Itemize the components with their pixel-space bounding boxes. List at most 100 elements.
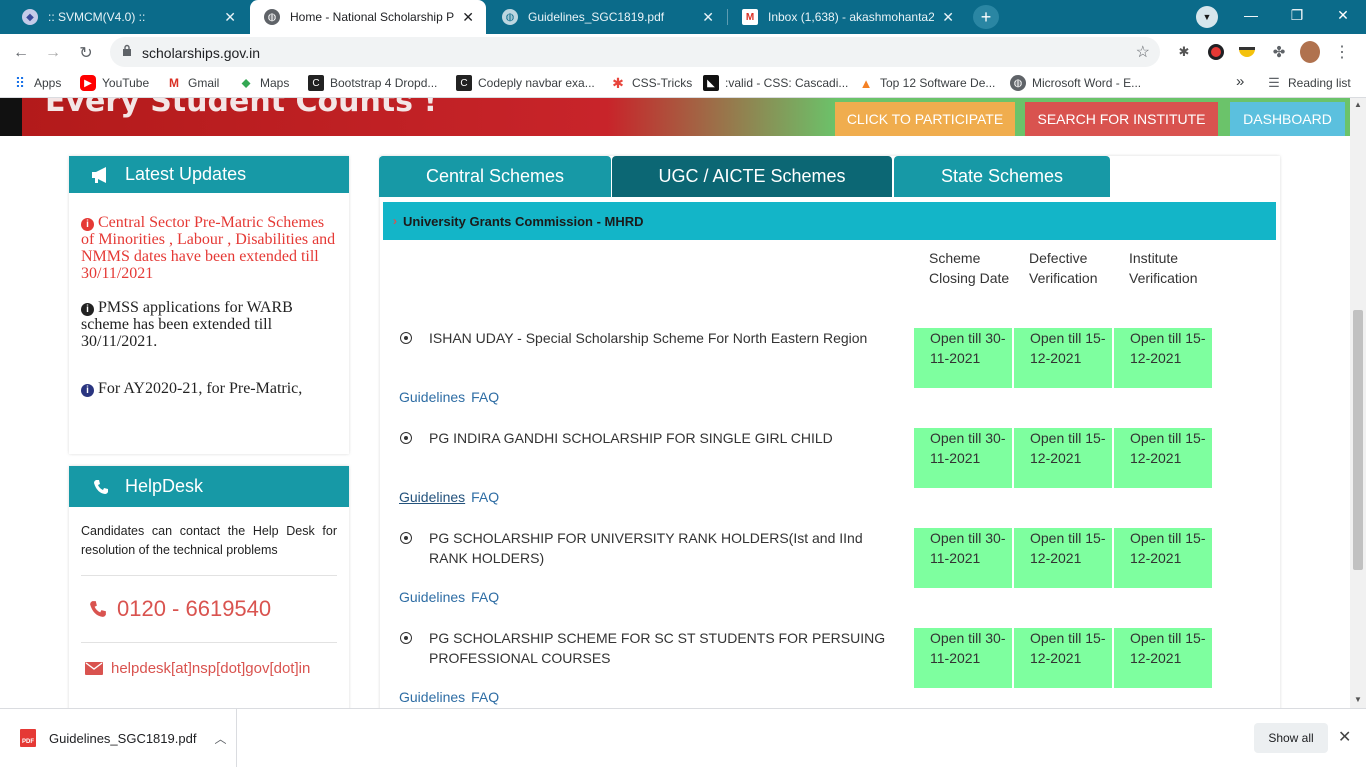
bookmark-css-tricks[interactable]: ✱ CSS-Tricks <box>610 75 692 91</box>
scheme-bullet-icon <box>400 532 412 544</box>
new-tab-button[interactable]: + <box>973 5 999 29</box>
bookmark-star-icon[interactable]: ☆ <box>1136 42 1150 62</box>
bookmark-apps[interactable]: ⠿ Apps <box>12 74 62 91</box>
faq-link[interactable]: FAQ <box>471 389 499 405</box>
faq-link[interactable]: FAQ <box>471 689 499 705</box>
forward-icon[interactable]: → <box>40 40 66 66</box>
browser-tab-bar: ◆ :: SVMCM(V4.0) :: ✕ ◍ Home - National … <box>0 0 1366 34</box>
close-download-bar-icon[interactable]: ✕ <box>1338 727 1351 747</box>
flame-icon: ▲ <box>859 75 873 91</box>
chevron-up-icon[interactable]: ︿ <box>214 730 226 747</box>
helpdesk-email[interactable]: helpdesk[at]nsp[dot]gov[dot]in <box>85 660 310 677</box>
close-tab-icon[interactable]: ✕ <box>224 9 236 26</box>
tab-central-schemes[interactable]: Central Schemes <box>379 156 611 197</box>
more-bookmarks-icon[interactable]: » <box>1236 73 1244 90</box>
column-header-institute-verification: Institute Verification <box>1129 250 1198 286</box>
email-address: helpdesk[at]nsp[dot]gov[dot]in <box>111 660 311 677</box>
guidelines-link[interactable]: Guidelines <box>399 589 465 605</box>
reload-icon[interactable]: ↻ <box>73 40 99 66</box>
scheme-name[interactable]: PG SCHOLARSHIP FOR UNIVERSITY RANK HOLDE… <box>429 528 879 568</box>
restore-icon[interactable]: ❐ <box>1274 0 1320 30</box>
tab-guidelines-pdf[interactable]: ◍ Guidelines_SGC1819.pdf ✕ <box>488 0 726 34</box>
close-tab-icon[interactable]: ✕ <box>702 9 714 26</box>
bookmark-label: :valid - CSS: Cascadi... <box>725 76 849 90</box>
guidelines-link[interactable]: Guidelines <box>399 489 465 505</box>
closing-date-cell: Open till 30-11-2021 <box>914 628 1012 688</box>
page-scrollbar[interactable]: ▲ ▼ <box>1350 98 1366 708</box>
reading-list-button[interactable]: ☰ Reading list <box>1266 75 1351 91</box>
minimize-icon[interactable]: — <box>1228 0 1274 30</box>
bookmark-word[interactable]: ◍ Microsoft Word - E... <box>1010 75 1141 91</box>
bookmark-maps[interactable]: ⬥ Maps <box>238 75 289 91</box>
css-tricks-icon: ✱ <box>612 74 624 91</box>
profile-avatar[interactable] <box>1300 41 1320 63</box>
search-institute-button[interactable]: SEARCH FOR INSTITUTE <box>1025 102 1218 136</box>
guidelines-link[interactable]: Guidelines <box>399 389 465 405</box>
tab-ugc-aicte-schemes[interactable]: UGC / AICTE Schemes <box>612 156 892 197</box>
bookmark-mdn[interactable]: ◣ :valid - CSS: Cascadi... <box>703 75 848 91</box>
download-item[interactable]: PDF Guidelines_SGC1819.pdf ︿ <box>0 709 237 767</box>
phone-number: 0120 - 6619540 <box>117 596 272 621</box>
close-window-icon[interactable]: ✕ <box>1320 0 1366 30</box>
update-item[interactable]: i For AY2020-21, for Pre-Matric, <box>69 380 349 397</box>
tab-svmcm[interactable]: ◆ :: SVMCM(V4.0) :: ✕ <box>8 0 248 34</box>
extension-bowl-icon[interactable] <box>1237 42 1257 62</box>
column-header-defective-verification: Defective Verification <box>1029 250 1098 286</box>
dashboard-button[interactable]: DASHBOARD <box>1230 102 1345 136</box>
bookmark-bootstrap[interactable]: C Bootstrap 4 Dropd... <box>308 75 437 91</box>
close-tab-icon[interactable]: ✕ <box>942 9 954 26</box>
tab-search-icon[interactable]: ▼ <box>1196 6 1218 28</box>
tab-label: UGC / AICTE Schemes <box>658 166 846 186</box>
show-all-button[interactable]: Show all <box>1254 723 1328 753</box>
tab-gmail-inbox[interactable]: M Inbox (1,638) - akashmohanta21 ✕ <box>728 0 966 34</box>
bookmark-top-software[interactable]: ▲ Top 12 Software De... <box>858 75 996 91</box>
svmcm-favicon-icon: ◆ <box>22 9 38 25</box>
tab-title: :: SVMCM(V4.0) :: <box>48 10 146 24</box>
section-header-ugc[interactable]: › University Grants Commission - MHRD <box>383 202 1276 240</box>
defective-verification-cell: Open till 15-12-2021 <box>1014 328 1112 388</box>
guidelines-link[interactable]: Guidelines <box>399 689 465 705</box>
bookmark-gmail[interactable]: M Gmail <box>166 75 219 91</box>
update-item[interactable]: i PMSS applications for WARB scheme has b… <box>69 299 349 350</box>
extension-bug-icon[interactable]: ✱ <box>1174 42 1194 62</box>
bookmark-codeply[interactable]: C Codeply navbar exa... <box>456 75 595 91</box>
panel-title: Latest Updates <box>125 164 247 184</box>
scroll-down-icon[interactable]: ▼ <box>1354 695 1362 704</box>
gmail-icon: M <box>742 9 758 25</box>
helpdesk-phone[interactable]: 0120 - 6619540 <box>89 596 271 622</box>
close-tab-icon[interactable]: ✕ <box>462 9 474 26</box>
address-bar[interactable]: scholarships.gov.in ☆ <box>110 37 1160 67</box>
faq-link[interactable]: FAQ <box>471 589 499 605</box>
latest-updates-header: Latest Updates <box>69 156 349 193</box>
update-text: Central Sector Pre-Matric Schemes of Min… <box>81 214 336 282</box>
back-icon[interactable]: ← <box>8 40 34 66</box>
extensions-puzzle-icon[interactable]: ✤ <box>1269 42 1289 62</box>
faq-link[interactable]: FAQ <box>471 489 499 505</box>
click-to-participate-button[interactable]: CLICK TO PARTICIPATE <box>835 102 1015 136</box>
scheme-name[interactable]: PG SCHOLARSHIP SCHEME FOR SC ST STUDENTS… <box>429 628 899 668</box>
update-item[interactable]: i Central Sector Pre-Matric Schemes of Mi… <box>69 214 349 282</box>
mdn-icon: ◣ <box>703 75 719 91</box>
menu-kebab-icon[interactable]: ⋮ <box>1332 42 1352 62</box>
apps-grid-icon: ⠿ <box>14 74 26 91</box>
tab-state-schemes[interactable]: State Schemes <box>894 156 1110 197</box>
scheme-name[interactable]: PG INDIRA GANDHI SCHOLARSHIP FOR SINGLE … <box>429 428 899 448</box>
phone-icon <box>90 601 106 617</box>
scroll-up-icon[interactable]: ▲ <box>1354 100 1362 109</box>
institute-verification-cell: Open till 15-12-2021 <box>1114 428 1212 488</box>
globe-icon: ◍ <box>264 9 280 25</box>
tab-national-scholarship[interactable]: ◍ Home - National Scholarship Por ✕ <box>250 0 486 34</box>
megaphone-icon <box>89 163 113 187</box>
scheme-name[interactable]: ISHAN UDAY - Special Scholarship Scheme … <box>429 328 899 348</box>
update-text: PMSS applications for WARB scheme has be… <box>81 299 293 350</box>
bookmark-label: Bootstrap 4 Dropd... <box>330 76 438 90</box>
panel-title: HelpDesk <box>125 476 204 496</box>
phone-icon <box>89 475 113 499</box>
bookmark-youtube[interactable]: ▶ YouTube <box>80 75 149 91</box>
scrollbar-thumb[interactable] <box>1353 310 1363 570</box>
update-text: For AY2020-21, for Pre-Matric, <box>98 380 303 397</box>
lock-icon[interactable] <box>122 44 132 56</box>
scheme-bullet-icon <box>400 632 412 644</box>
extension-eye-icon[interactable] <box>1206 42 1226 62</box>
defective-verification-cell: Open till 15-12-2021 <box>1014 528 1112 588</box>
